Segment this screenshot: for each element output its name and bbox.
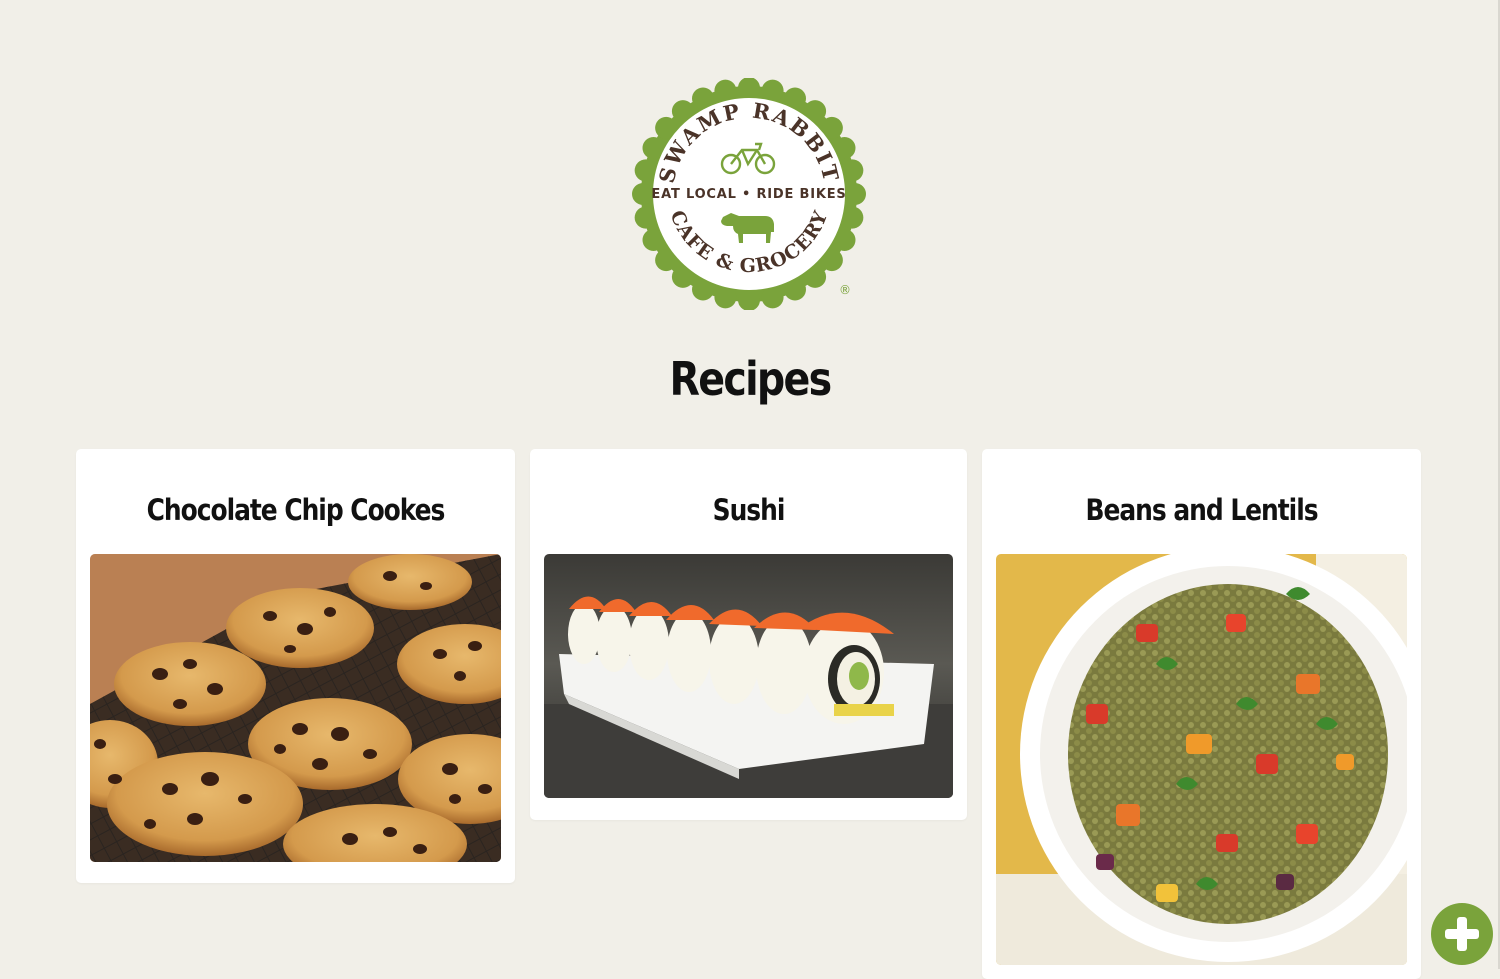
recipe-image-lentils[interactable] xyxy=(996,554,1407,965)
logo-tagline: EAT LOCAL • RIDE BIKES xyxy=(651,187,846,202)
recipe-card-title[interactable]: Sushi xyxy=(561,493,937,527)
add-recipe-button[interactable] xyxy=(1431,903,1493,965)
recipe-image-cookies[interactable] xyxy=(90,554,501,862)
recipe-card-beans-lentils[interactable]: Beans and Lentils xyxy=(982,449,1421,979)
swamp-rabbit-logo: SWAMP RABBIT CAFE & GROCERY EAT LOCAL • … xyxy=(631,77,867,311)
recipe-card-title[interactable]: Chocolate Chip Cookes xyxy=(107,493,485,527)
recipe-card-cookies[interactable]: Chocolate Chip Cookes xyxy=(76,449,515,883)
recipe-card-title[interactable]: Beans and Lentils xyxy=(1013,493,1391,527)
page-title: Recipes xyxy=(669,352,833,406)
registered-mark: ® xyxy=(839,283,851,297)
recipe-card-sushi[interactable]: Sushi xyxy=(530,449,967,820)
recipe-image-sushi[interactable] xyxy=(544,554,953,798)
